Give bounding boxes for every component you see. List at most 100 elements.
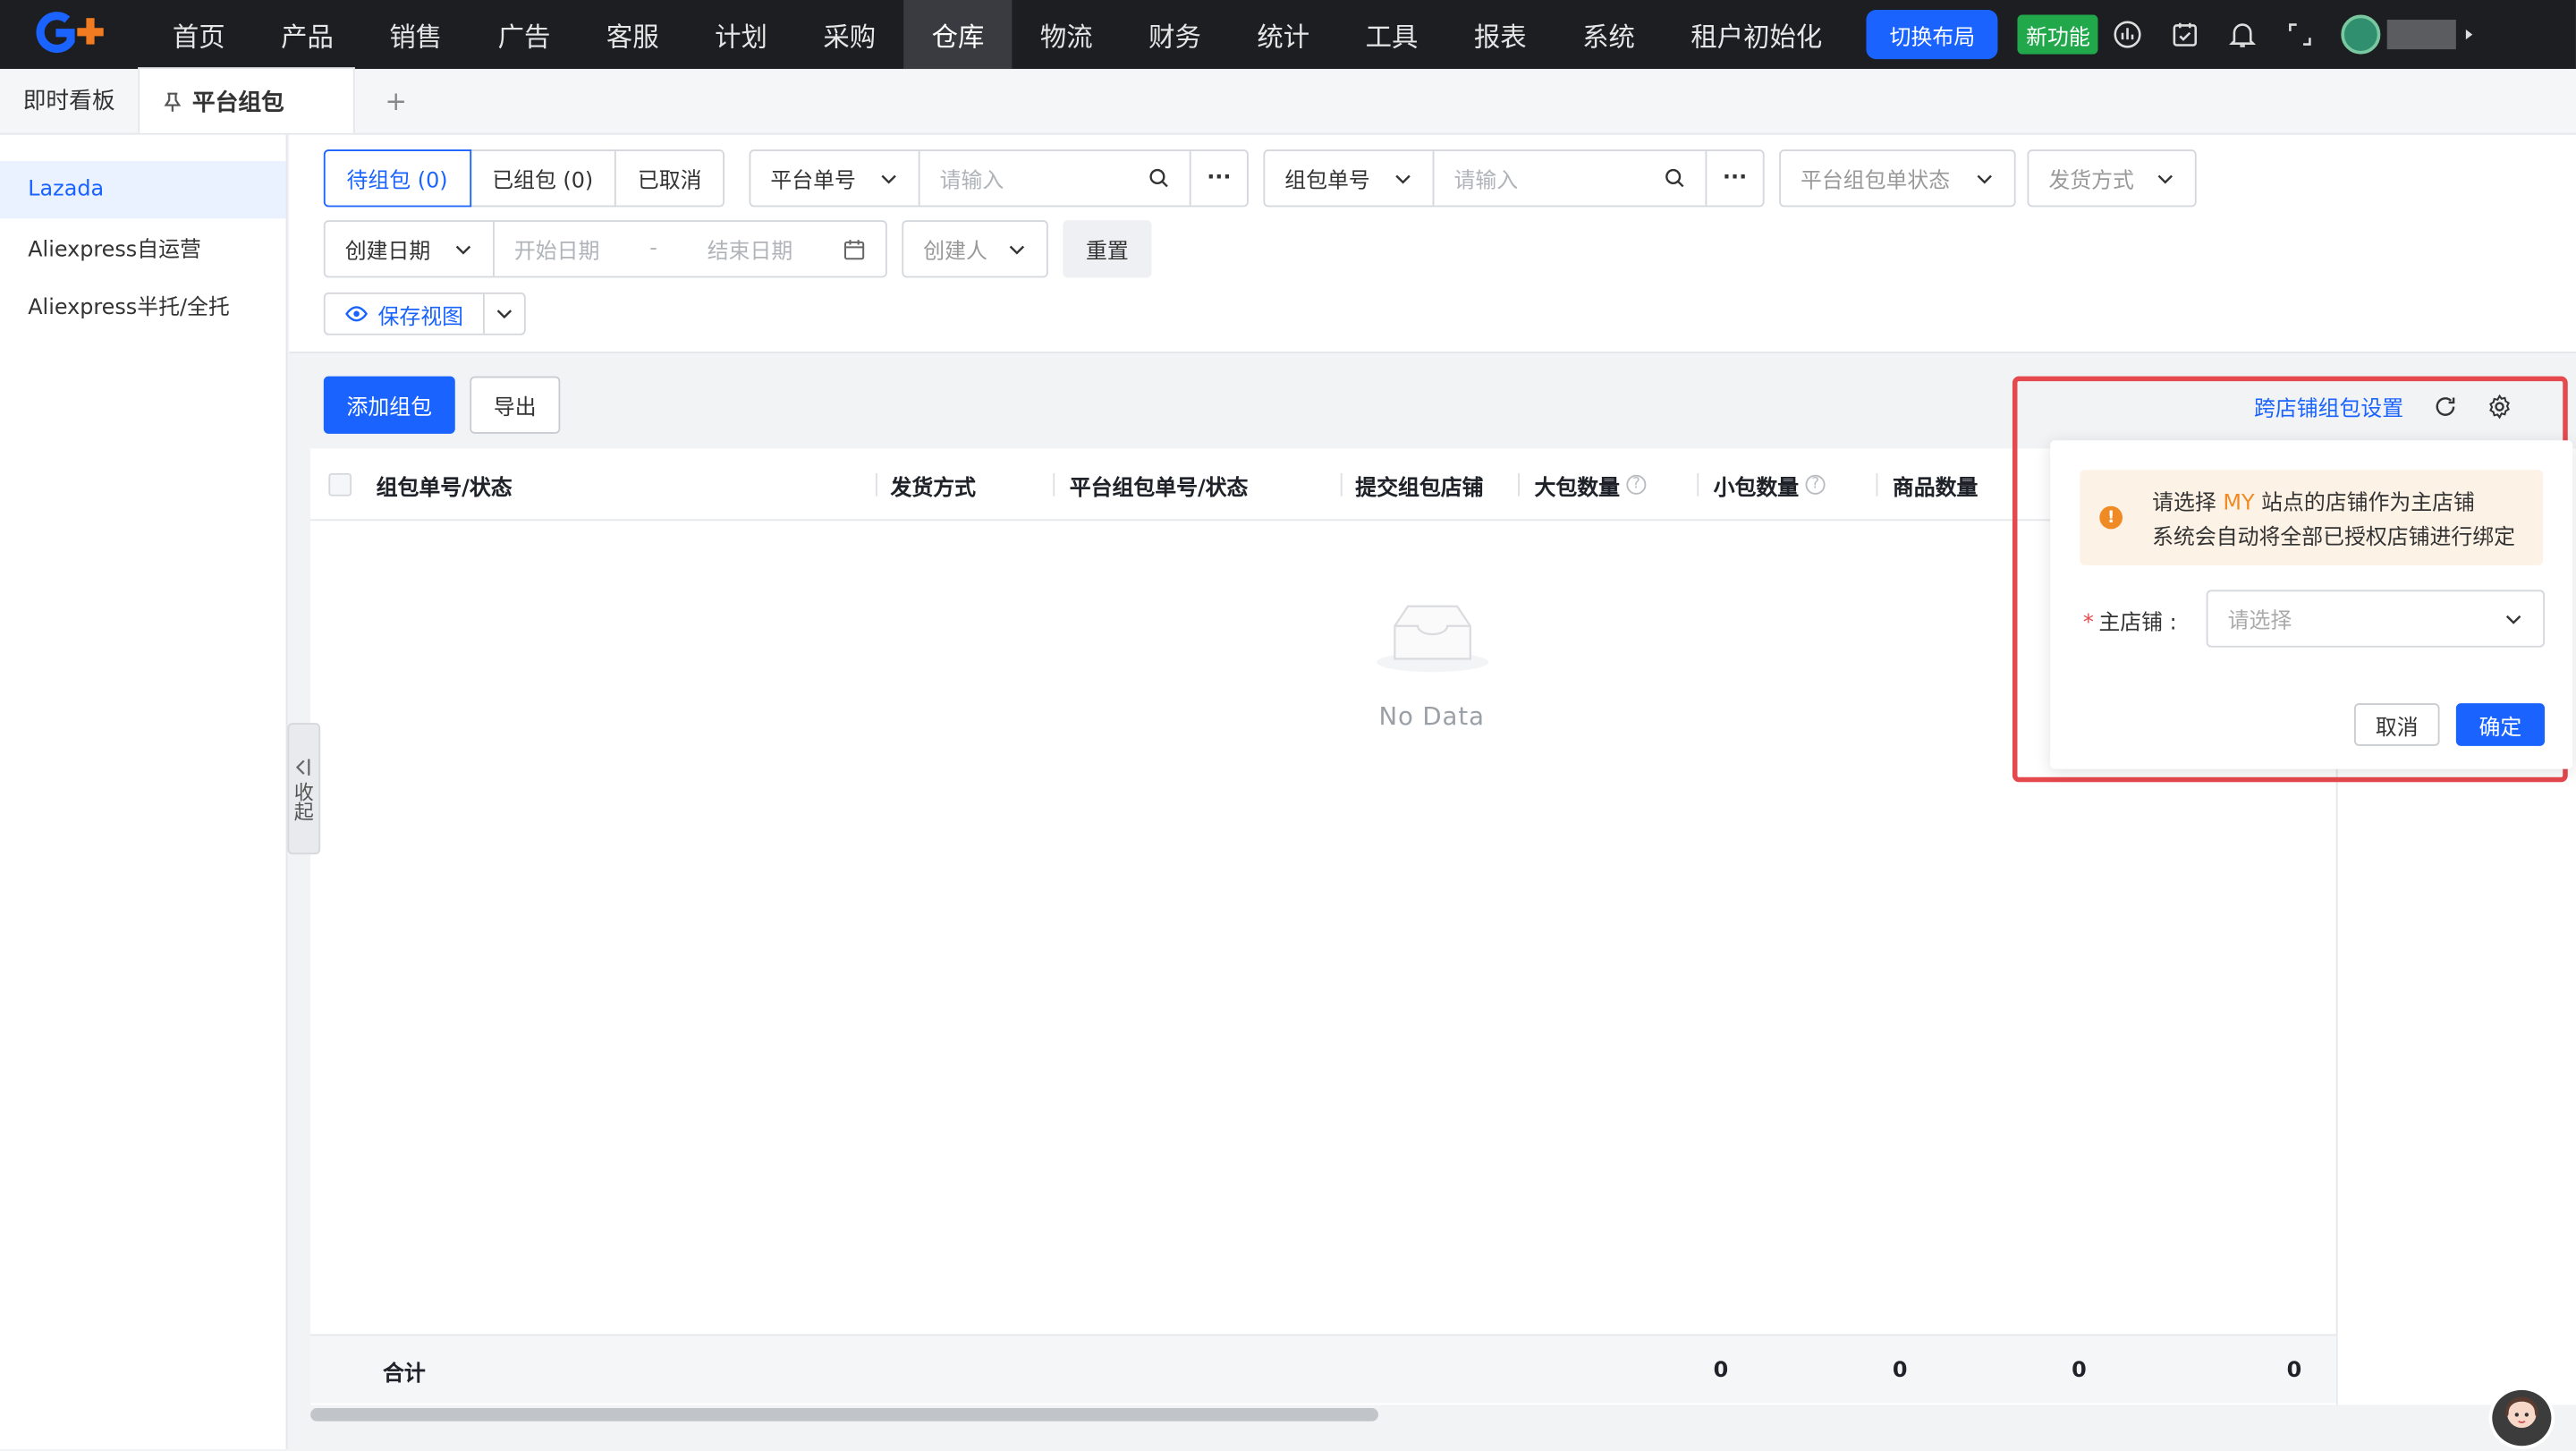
- nav-tools[interactable]: 工具: [1337, 0, 1445, 69]
- col-big-package-count[interactable]: 大包数量?: [1534, 448, 1647, 521]
- more-options-icon[interactable]: ···: [1191, 166, 1247, 191]
- main-store-select[interactable]: 请选择: [2206, 590, 2546, 648]
- bell-icon[interactable]: [2214, 0, 2271, 69]
- nav-plan[interactable]: 计划: [687, 0, 795, 69]
- footer-big-package-total: 0: [1713, 1358, 1729, 1383]
- col-submit-store[interactable]: 提交组包店铺: [1355, 448, 1483, 521]
- collapse-sidebar-button[interactable]: 收起: [287, 723, 321, 855]
- table-footer: 合计 0 0 0 0: [310, 1334, 2336, 1404]
- cancel-button[interactable]: 取消: [2353, 703, 2440, 746]
- site-code: MY: [2223, 491, 2255, 516]
- nav-system[interactable]: 系统: [1555, 0, 1663, 69]
- sidebar-item-lazada[interactable]: Lazada: [0, 160, 286, 219]
- switch-layout-button[interactable]: 切换布局: [1866, 10, 1998, 60]
- export-button[interactable]: 导出: [470, 376, 561, 434]
- col-package-no[interactable]: 组包单号/状态: [377, 448, 513, 521]
- fullscreen-icon[interactable]: [2271, 0, 2328, 69]
- cross-store-setting-link[interactable]: 跨店铺组包设置: [2254, 390, 2403, 422]
- chevron-down-icon: [496, 310, 513, 319]
- sidebar-item-aliexpress-self[interactable]: Aliexpress自运营: [0, 218, 286, 276]
- user-menu[interactable]: [2341, 14, 2477, 55]
- avatar: [2341, 14, 2381, 55]
- date-field-select[interactable]: 创建日期: [326, 221, 495, 276]
- chevron-down-icon: [2505, 614, 2521, 624]
- nav-stats[interactable]: 统计: [1229, 0, 1337, 69]
- platform-no-label: 平台单号: [770, 169, 856, 194]
- platform-no-input[interactable]: 请输入: [920, 150, 1191, 206]
- nav-reports[interactable]: 报表: [1446, 0, 1555, 69]
- refresh-icon[interactable]: [2433, 394, 2458, 419]
- status-tab-cancelled[interactable]: 已取消: [614, 149, 725, 208]
- status-tab-packed[interactable]: 已组包 (0): [469, 149, 616, 208]
- nav-sales[interactable]: 销售: [361, 0, 470, 69]
- nav-product[interactable]: 产品: [253, 0, 361, 69]
- col-product-count[interactable]: 商品数量: [1893, 448, 1979, 521]
- package-no-input[interactable]: 请输入: [1434, 150, 1707, 206]
- save-view-dropdown[interactable]: [485, 294, 524, 334]
- tab-dashboard[interactable]: 即时看板: [0, 67, 138, 132]
- add-tab-button[interactable]: +: [355, 67, 437, 132]
- date-separator: -: [649, 236, 657, 262]
- assistant-face-icon: [2504, 1396, 2538, 1429]
- start-date-placeholder: 开始日期: [513, 240, 600, 265]
- package-no-label: 组包单号: [1284, 169, 1370, 194]
- warning-icon: !: [2099, 505, 2123, 530]
- chevron-down-icon: [455, 244, 471, 254]
- chart-icon[interactable]: [2098, 0, 2156, 69]
- save-view-label: 保存视图: [377, 304, 463, 330]
- more-options-icon[interactable]: ···: [1707, 166, 1762, 191]
- platform-status-select[interactable]: 平台组包单状态: [1779, 149, 2016, 208]
- app-logo[interactable]: [0, 0, 145, 69]
- logo-mark: [36, 12, 104, 54]
- footer-total-label: 合计: [382, 1361, 426, 1387]
- nav-ads[interactable]: 广告: [470, 0, 578, 69]
- scrollbar-thumb[interactable]: [310, 1408, 1378, 1421]
- eye-icon: [345, 306, 368, 322]
- gear-icon[interactable]: [2487, 393, 2512, 419]
- alert-line-1: 请选择 MY 站点的店铺作为主店铺: [2152, 491, 2475, 516]
- collapse-left-icon: [295, 758, 310, 776]
- nav-home[interactable]: 首页: [145, 0, 253, 69]
- new-feature-button[interactable]: 新功能: [2017, 14, 2098, 55]
- nav-logistics[interactable]: 物流: [1013, 0, 1121, 69]
- select-all-checkbox[interactable]: [328, 472, 352, 496]
- date-field-label: 创建日期: [344, 240, 431, 265]
- calendar-icon: [843, 239, 865, 259]
- status-tab-pending[interactable]: 待组包 (0): [323, 149, 471, 208]
- nav-service[interactable]: 客服: [579, 0, 687, 69]
- creator-select[interactable]: 创建人: [902, 220, 1048, 278]
- col-ship-method[interactable]: 发货方式: [890, 448, 976, 521]
- date-range-input[interactable]: 开始日期 - 结束日期: [495, 222, 886, 276]
- confirm-button[interactable]: 确定: [2455, 703, 2546, 746]
- search-icon[interactable]: [1665, 167, 1686, 189]
- nav-purchase[interactable]: 采购: [795, 0, 903, 69]
- help-icon[interactable]: ?: [1626, 474, 1647, 495]
- tab-platform-package[interactable]: 平台组包: [138, 67, 355, 133]
- nav-finance[interactable]: 财务: [1121, 0, 1229, 69]
- ship-method-select[interactable]: 发货方式: [2027, 149, 2197, 208]
- search-icon[interactable]: [1148, 167, 1170, 189]
- col-small-package-count[interactable]: 小包数量?: [1714, 448, 1826, 521]
- col-platform-package-no[interactable]: 平台组包单号/状态: [1070, 448, 1249, 521]
- package-no-field-select[interactable]: 组包单号: [1265, 150, 1435, 206]
- calendar-check-icon[interactable]: [2156, 0, 2213, 69]
- save-view-group: 保存视图: [323, 292, 526, 335]
- empty-box-icon: [1376, 605, 1488, 673]
- add-package-button[interactable]: 添加组包: [323, 376, 455, 434]
- support-avatar-icon[interactable]: [2488, 1387, 2555, 1449]
- reset-button[interactable]: 重置: [1063, 220, 1152, 278]
- nav-tenant-init[interactable]: 租户初始化: [1663, 0, 1850, 69]
- help-icon[interactable]: ?: [1805, 474, 1826, 495]
- horizontal-scrollbar[interactable]: [310, 1404, 2553, 1424]
- pin-icon[interactable]: [163, 91, 182, 111]
- required-mark: *: [2082, 611, 2094, 636]
- creator-placeholder: 创建人: [923, 240, 987, 265]
- sidebar-item-aliexpress-managed[interactable]: Aliexpress半托/全托: [0, 276, 286, 334]
- package-no-placeholder: 请输入: [1453, 169, 1519, 194]
- platform-status-placeholder: 平台组包单状态: [1801, 169, 1951, 194]
- platform-no-field-select[interactable]: 平台单号: [750, 150, 920, 206]
- package-no-search: 组包单号 请输入 ···: [1263, 149, 1765, 208]
- save-view-button[interactable]: 保存视图: [326, 293, 485, 334]
- platform-no-search: 平台单号 请输入 ···: [749, 149, 1249, 208]
- nav-warehouse[interactable]: 仓库: [903, 0, 1013, 70]
